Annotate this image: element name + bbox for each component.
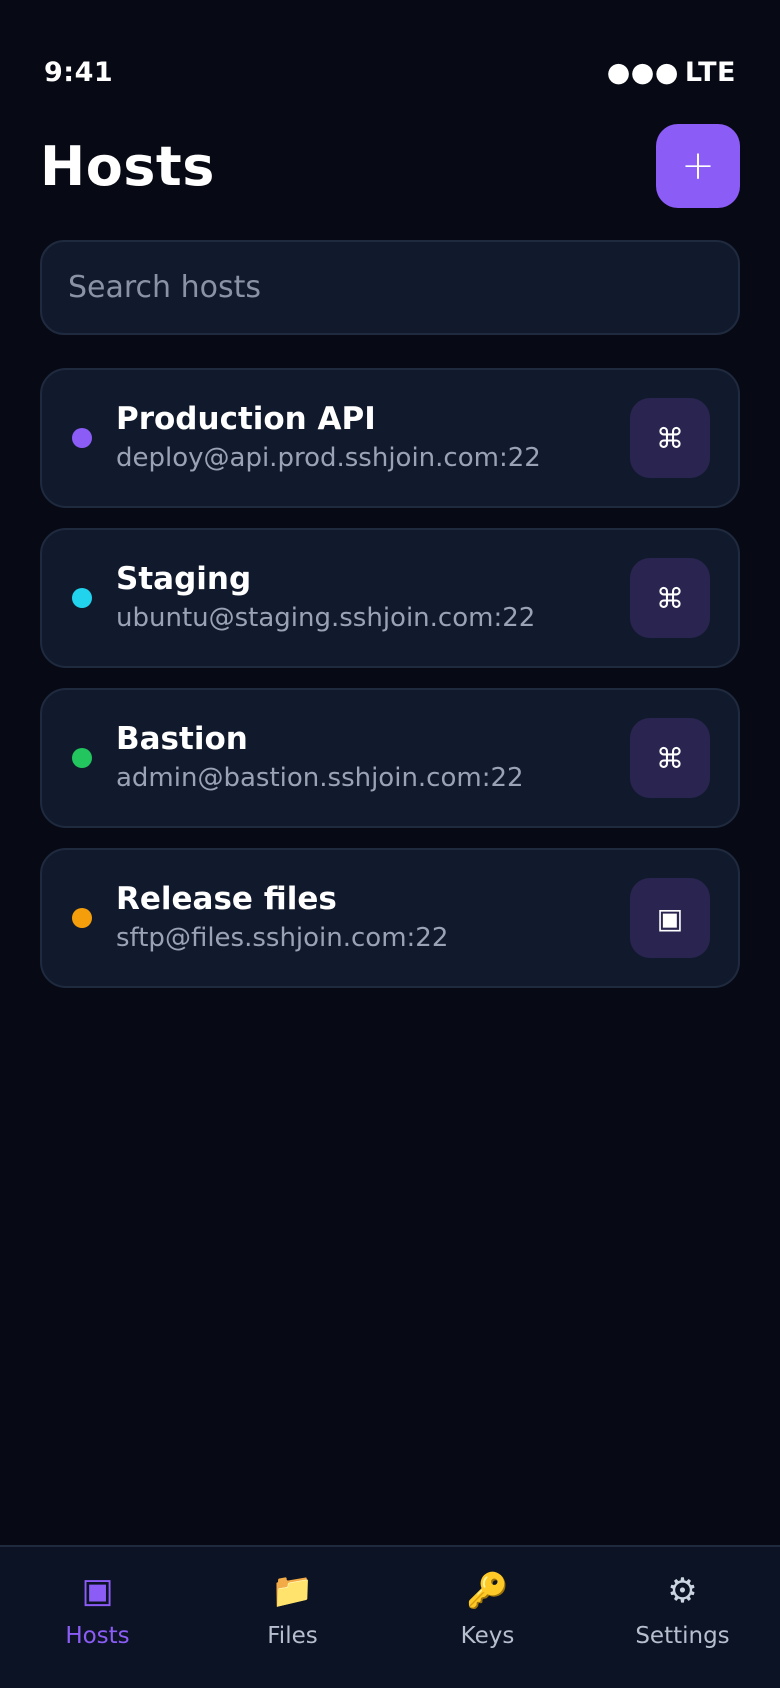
command-icon: ⌘ [656, 421, 684, 455]
add-host-button[interactable]: + [656, 124, 740, 208]
command-icon: ⌘ [656, 741, 684, 775]
host-name: Staging [116, 561, 252, 597]
status-time: 9:41 [44, 56, 114, 88]
host-card[interactable]: Release files sftp@files.sshjoin.com:22 … [40, 848, 740, 988]
tab-hosts[interactable]: ▣ Hosts [0, 1547, 195, 1688]
search-box [40, 240, 740, 335]
tab-bar: ▣ Hosts 📁 Files 🔑 Keys ⚙ Settings [0, 1545, 780, 1688]
connect-button[interactable]: ⌘ [630, 398, 710, 478]
tab-label: Files [267, 1623, 318, 1649]
hosts-icon: ▣ [81, 1571, 114, 1611]
host-address: deploy@api.prod.sshjoin.com:22 [116, 443, 541, 473]
tab-label: Keys [460, 1623, 515, 1649]
network-label: LTE [684, 56, 736, 88]
host-name: Production API [116, 401, 376, 437]
tab-keys[interactable]: 🔑 Keys [390, 1547, 585, 1688]
tab-label: Hosts [65, 1623, 130, 1649]
folder-icon: 📁 [271, 1571, 314, 1611]
hosts-screen: 9:41 ●●● LTE Hosts + Production API depl… [0, 0, 780, 1688]
host-card[interactable]: Bastion admin@bastion.sshjoin.com:22 ⌘ [40, 688, 740, 828]
host-name: Release files [116, 881, 337, 917]
status-dot [72, 748, 92, 768]
page-title: Hosts [40, 134, 215, 198]
status-indicators: ●●● LTE [607, 57, 736, 88]
signal-icon: ●●● [606, 56, 679, 88]
status-bar: 9:41 ●●● LTE [44, 52, 736, 92]
connect-button[interactable]: ⌘ [630, 718, 710, 798]
plus-icon: + [681, 143, 715, 189]
square-icon: ▣ [656, 901, 684, 935]
host-info: Release files sftp@files.sshjoin.com:22 [116, 879, 630, 957]
status-dot [72, 588, 92, 608]
gear-icon: ⚙ [667, 1571, 698, 1611]
tab-settings[interactable]: ⚙ Settings [585, 1547, 780, 1688]
key-icon: 🔑 [466, 1571, 509, 1611]
header: Hosts + [40, 124, 740, 208]
host-info: Staging ubuntu@staging.sshjoin.com:22 [116, 559, 630, 637]
host-address: admin@bastion.sshjoin.com:22 [116, 763, 524, 793]
command-icon: ⌘ [656, 581, 684, 615]
host-card[interactable]: Staging ubuntu@staging.sshjoin.com:22 ⌘ [40, 528, 740, 668]
tab-label: Settings [635, 1623, 730, 1649]
host-name: Bastion [116, 721, 248, 757]
host-address: ubuntu@staging.sshjoin.com:22 [116, 603, 536, 633]
host-list: Production API deploy@api.prod.sshjoin.c… [40, 368, 740, 1008]
status-dot [72, 908, 92, 928]
connect-button[interactable]: ⌘ [630, 558, 710, 638]
host-address: sftp@files.sshjoin.com:22 [116, 923, 449, 953]
status-dot [72, 428, 92, 448]
host-info: Bastion admin@bastion.sshjoin.com:22 [116, 719, 630, 797]
search-input[interactable] [68, 270, 712, 305]
host-card[interactable]: Production API deploy@api.prod.sshjoin.c… [40, 368, 740, 508]
tab-files[interactable]: 📁 Files [195, 1547, 390, 1688]
sftp-button[interactable]: ▣ [630, 878, 710, 958]
host-info: Production API deploy@api.prod.sshjoin.c… [116, 399, 630, 477]
